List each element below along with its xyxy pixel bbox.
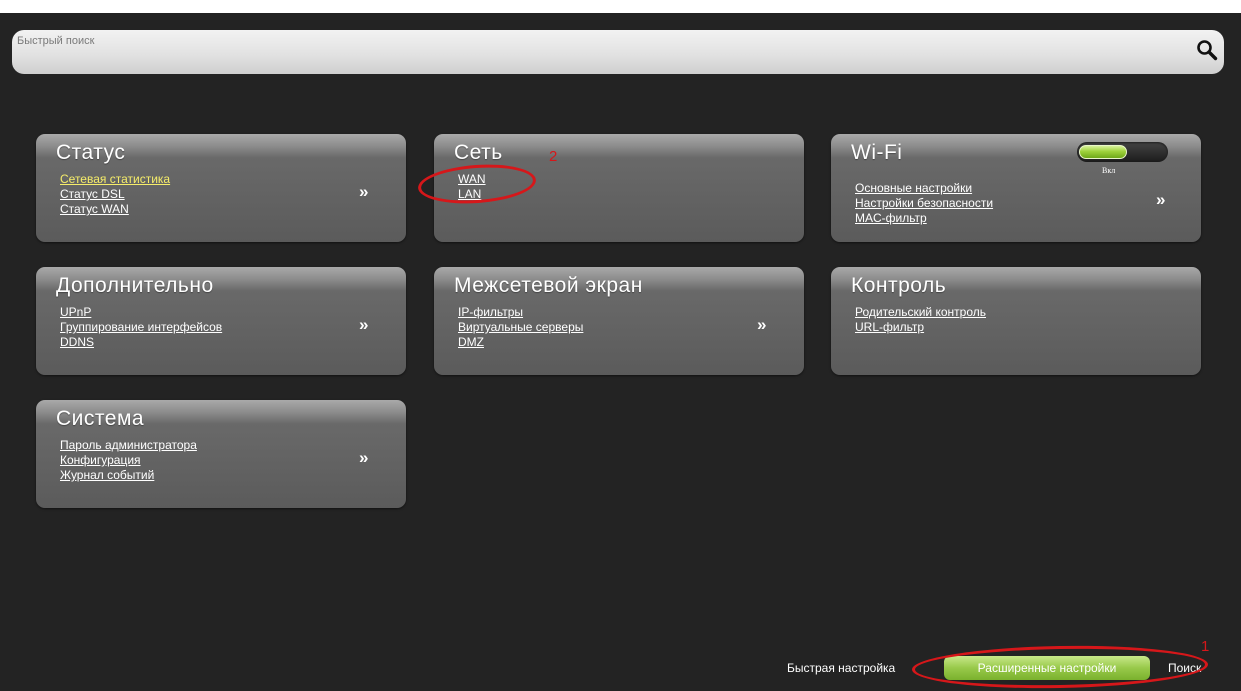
toggle-knob[interactable] [1079, 145, 1127, 159]
link-parental-control[interactable]: Родительский контроль [855, 305, 986, 320]
link-wifi-security-settings[interactable]: Настройки безопасности [855, 196, 993, 211]
search-icon[interactable] [1196, 39, 1218, 61]
annotation-number-2: 2 [549, 148, 558, 165]
link-wifi-basic-settings[interactable]: Основные настройки [855, 181, 993, 196]
card-title: Система [56, 407, 145, 430]
card-title: Межсетевой экран [454, 274, 643, 297]
card-advanced: Дополнительно UPnP Группирование интерфе… [36, 267, 406, 375]
card-links: Пароль администратора Конфигурация Журна… [60, 438, 197, 483]
card-control: Контроль Родительский контроль URL-фильт… [831, 267, 1201, 375]
link-event-log[interactable]: Журнал событий [60, 468, 197, 483]
wifi-toggle-label: Вкл [1102, 166, 1116, 175]
card-title: Статус [56, 141, 126, 164]
more-arrow-wifi[interactable]: » [1156, 190, 1165, 210]
card-firewall: Межсетевой экран IP-фильтры Виртуальные … [434, 267, 804, 375]
wifi-toggle-switch[interactable] [1077, 142, 1168, 162]
card-links: Основные настройки Настройки безопасност… [855, 181, 993, 226]
link-ip-filters[interactable]: IP-фильтры [458, 305, 583, 320]
link-ddns[interactable]: DDNS [60, 335, 222, 350]
card-title: Дополнительно [56, 274, 214, 297]
more-arrow-status[interactable]: » [359, 182, 368, 202]
quick-search-bar[interactable]: Быстрый поиск [12, 30, 1224, 74]
more-arrow-system[interactable]: » [359, 448, 368, 468]
search-input-placeholder[interactable]: Быстрый поиск [17, 35, 94, 47]
page-background: Быстрый поиск Статус Сетевая статистика … [0, 13, 1241, 691]
link-configuration[interactable]: Конфигурация [60, 453, 197, 468]
link-dmz[interactable]: DMZ [458, 335, 583, 350]
card-links: Сетевая статистика Статус DSL Статус WAN [60, 172, 170, 217]
card-wifi: Wi-Fi Вкл Основные настройки Настройки б… [831, 134, 1201, 242]
link-network-statistics[interactable]: Сетевая статистика [60, 172, 170, 187]
annotation-number-1: 1 [1201, 638, 1210, 655]
card-title: Wi-Fi [851, 141, 903, 164]
card-system: Система Пароль администратора Конфигурац… [36, 400, 406, 508]
card-title: Контроль [851, 274, 947, 297]
card-title: Сеть [454, 141, 503, 164]
link-upnp[interactable]: UPnP [60, 305, 222, 320]
footer-quick-setup-link[interactable]: Быстрая настройка [787, 661, 895, 675]
link-virtual-servers[interactable]: Виртуальные серверы [458, 320, 583, 335]
card-status: Статус Сетевая статистика Статус DSL Ста… [36, 134, 406, 242]
link-dsl-status[interactable]: Статус DSL [60, 187, 170, 202]
card-links: Родительский контроль URL-фильтр [855, 305, 986, 335]
card-links: UPnP Группирование интерфейсов DDNS [60, 305, 222, 350]
link-url-filter[interactable]: URL-фильтр [855, 320, 986, 335]
card-links: IP-фильтры Виртуальные серверы DMZ [458, 305, 583, 350]
more-arrow-firewall[interactable]: » [757, 315, 766, 335]
link-wan-status[interactable]: Статус WAN [60, 202, 170, 217]
link-interface-grouping[interactable]: Группирование интерфейсов [60, 320, 222, 335]
link-admin-password[interactable]: Пароль администратора [60, 438, 197, 453]
more-arrow-advanced[interactable]: » [359, 315, 368, 335]
link-mac-filter[interactable]: MAC-фильтр [855, 211, 993, 226]
